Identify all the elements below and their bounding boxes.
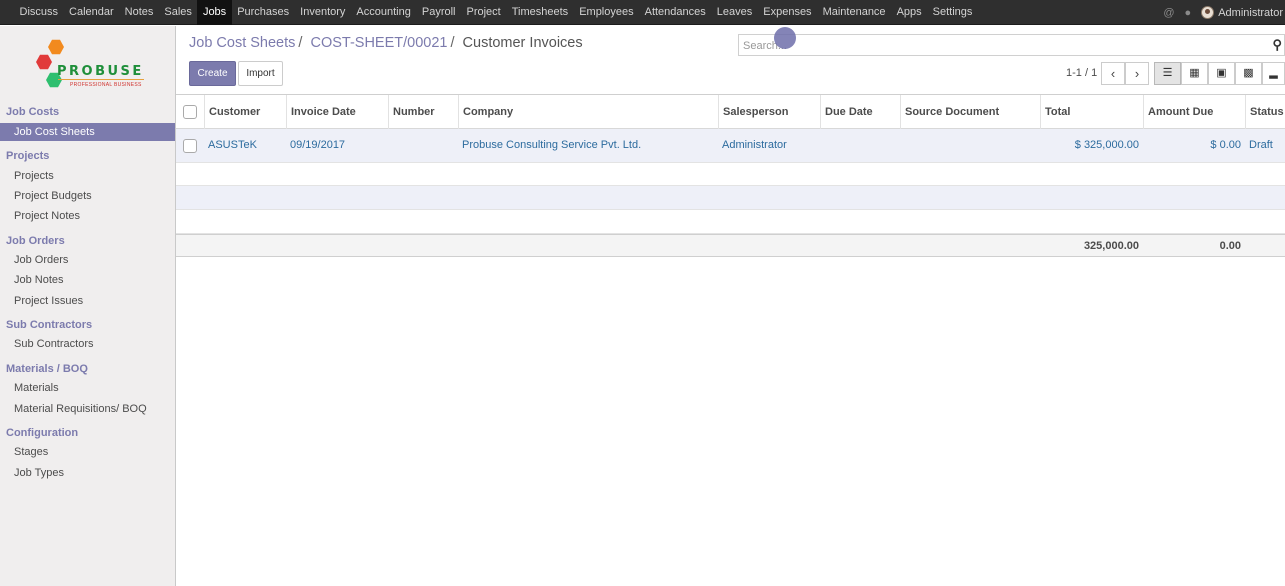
graph-view-icon[interactable]: ▂	[1262, 62, 1285, 85]
sidebar-item-project-notes[interactable]: Project Notes	[0, 207, 175, 225]
chat-icon[interactable]: ●	[1185, 7, 1192, 19]
menu-employees[interactable]: Employees	[574, 0, 639, 25]
sidebar: PROBUSE PROFESSIONAL BUSINESS Job Costs …	[0, 26, 176, 586]
sidebar-item-project-budgets[interactable]: Project Budgets	[0, 187, 175, 205]
search-box: ⚲	[738, 34, 1285, 56]
sidebar-item-materials[interactable]: Materials	[0, 379, 175, 397]
logo-underline	[58, 79, 144, 80]
user-menu[interactable]: Administrator	[1218, 7, 1283, 19]
cell-invoice-date: 09/19/2017	[290, 139, 346, 151]
section-job-costs: Job Costs	[6, 106, 60, 118]
chevron-left-icon[interactable]: ‹	[1101, 62, 1125, 85]
breadcrumb-separator: /	[298, 35, 303, 51]
col-status[interactable]: Status	[1245, 95, 1285, 129]
cell-salesperson: Administrator	[722, 139, 787, 151]
menu-jobs[interactable]: Jobs	[197, 0, 232, 25]
col-invoice-date[interactable]: Invoice Date	[286, 95, 388, 129]
row-checkbox[interactable]	[183, 139, 197, 153]
section-job-orders: Job Orders	[6, 235, 65, 247]
menu-accounting[interactable]: Accounting	[351, 0, 416, 25]
logo-tagline: PROFESSIONAL BUSINESS	[70, 82, 142, 88]
sidebar-item-projects[interactable]: Projects	[0, 167, 175, 185]
footer-total: 325,000.00	[1083, 240, 1139, 252]
breadcrumb-cost-sheet[interactable]: COST-SHEET/00021	[310, 35, 447, 51]
menu-purchases[interactable]: Purchases	[232, 0, 295, 25]
search-icon[interactable]: ⚲	[1272, 37, 1282, 53]
chevron-right-icon[interactable]: ›	[1125, 62, 1149, 85]
empty-row	[176, 163, 1285, 186]
menu-notes[interactable]: Notes	[119, 0, 159, 25]
cell-company: Probuse Consulting Service Pvt. Ltd.	[462, 139, 642, 151]
empty-row	[176, 210, 1285, 234]
menu-calendar[interactable]: Calendar	[64, 0, 120, 25]
menu-payroll[interactable]: Payroll	[416, 0, 461, 25]
table-row[interactable]: ASUSTeK 09/19/2017 Probuse Consulting Se…	[176, 129, 1285, 163]
logo-text: PROBUSE	[57, 64, 144, 79]
list-view-icon[interactable]: ☰	[1154, 62, 1181, 85]
import-button[interactable]: Import	[238, 61, 283, 86]
menu-discuss[interactable]: Discuss	[14, 0, 64, 25]
top-navbar: Discuss Calendar Notes Sales Jobs Purcha…	[0, 0, 1285, 25]
calendar-view-icon[interactable]: ▣	[1208, 62, 1235, 85]
cell-total: $ 325,000.00	[1074, 139, 1139, 151]
menu-settings[interactable]: Settings	[927, 0, 978, 25]
section-materials-boq: Materials / BOQ	[6, 363, 88, 375]
col-total[interactable]: Total	[1040, 95, 1143, 129]
breadcrumb-separator: /	[450, 35, 455, 51]
sidebar-item-project-issues[interactable]: Project Issues	[0, 292, 175, 310]
user-area: @ ● Administrator	[1163, 0, 1283, 25]
section-sub-contractors: Sub Contractors	[6, 319, 93, 331]
col-amount-due[interactable]: Amount Due	[1143, 95, 1245, 129]
pager-value[interactable]: 1-1 / 1	[1066, 67, 1097, 79]
sidebar-item-job-orders[interactable]: Job Orders	[0, 251, 175, 269]
pivot-view-icon[interactable]: ▩	[1235, 62, 1262, 85]
cell-amount-due: $ 0.00	[1210, 139, 1241, 151]
menu-leaves[interactable]: Leaves	[711, 0, 757, 25]
kanban-view-icon[interactable]: ▦	[1181, 62, 1208, 85]
cell-status: Draft	[1249, 139, 1273, 151]
cursor-indicator	[774, 27, 796, 49]
menu-apps[interactable]: Apps	[891, 0, 927, 25]
sidebar-item-job-types[interactable]: Job Types	[0, 464, 175, 482]
breadcrumb-job-cost-sheets[interactable]: Job Cost Sheets	[189, 35, 295, 51]
page-title: Customer Invoices	[462, 35, 583, 51]
sidebar-item-stages[interactable]: Stages	[0, 443, 175, 461]
sidebar-item-material-requisitions[interactable]: Material Requisitions/ BOQ	[0, 400, 175, 418]
cell-customer: ASUSTeK	[208, 139, 257, 151]
menu-maintenance[interactable]: Maintenance	[817, 0, 891, 25]
col-salesperson[interactable]: Salesperson	[718, 95, 820, 129]
empty-row	[176, 186, 1285, 210]
menu-attendances[interactable]: Attendances	[639, 0, 711, 25]
breadcrumb: Job Cost Sheets / COST-SHEET/00021/ Custo…	[189, 35, 583, 51]
select-all-checkbox[interactable]	[183, 105, 197, 119]
table-footer: 325,000.00 0.00	[176, 234, 1285, 257]
menu-inventory[interactable]: Inventory	[295, 0, 351, 25]
table-header: Customer Invoice Date Number Company Sal…	[176, 94, 1285, 129]
col-company[interactable]: Company	[458, 95, 718, 129]
footer-amount-due: 0.00	[1219, 240, 1241, 252]
logo-hex-orange	[48, 39, 64, 55]
sidebar-item-sub-contractors[interactable]: Sub Contractors	[0, 335, 175, 353]
company-logo: PROBUSE PROFESSIONAL BUSINESS	[34, 36, 146, 94]
col-source-document[interactable]: Source Document	[900, 95, 1040, 129]
menu-sales[interactable]: Sales	[159, 0, 198, 25]
section-configuration: Configuration	[6, 427, 79, 439]
col-customer[interactable]: Customer	[204, 95, 286, 129]
sidebar-item-job-notes[interactable]: Job Notes	[0, 271, 175, 289]
menu-timesheets[interactable]: Timesheets	[506, 0, 573, 25]
create-button[interactable]: Create	[189, 61, 236, 86]
col-due-date[interactable]: Due Date	[820, 95, 900, 129]
menu-project[interactable]: Project	[461, 0, 506, 25]
col-number[interactable]: Number	[388, 95, 458, 129]
app-menu: Discuss Calendar Notes Sales Jobs Purcha…	[14, 0, 978, 25]
sidebar-item-job-cost-sheets[interactable]: Job Cost Sheets	[0, 123, 175, 141]
search-input[interactable]	[743, 38, 1243, 53]
menu-expenses[interactable]: Expenses	[758, 0, 817, 25]
avatar[interactable]	[1201, 6, 1215, 19]
section-projects: Projects	[6, 150, 50, 162]
at-icon[interactable]: @	[1163, 7, 1174, 19]
logo-hex-red	[36, 54, 52, 70]
